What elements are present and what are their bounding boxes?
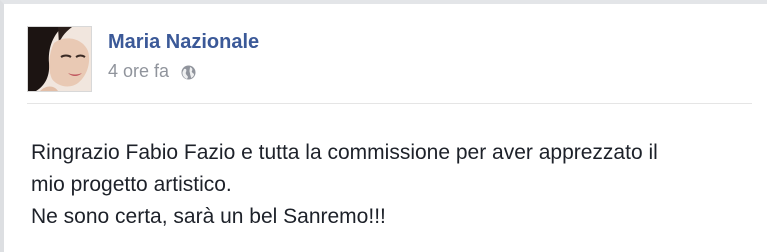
avatar[interactable] [27,26,92,92]
post-body: Ringrazio Fabio Fazio e tutta la commiss… [31,137,751,233]
post-card: Maria Nazionale 4 ore fa Ringrazio Fabio… [0,0,767,252]
post-text-line: Ne sono certa, sarà un bel Sanremo!!! [31,205,386,228]
post-meta: 4 ore fa [108,61,196,82]
header-divider [27,103,752,104]
globe-icon[interactable] [181,64,196,80]
avatar-photo [28,27,91,91]
author-name-link[interactable]: Maria Nazionale [108,31,259,54]
post-text-line: Ringrazio Fabio Fazio e tutta la commiss… [31,141,658,164]
post-text-line: mio progetto artistico. [31,173,232,196]
timestamp-link[interactable]: 4 ore fa [108,61,169,82]
